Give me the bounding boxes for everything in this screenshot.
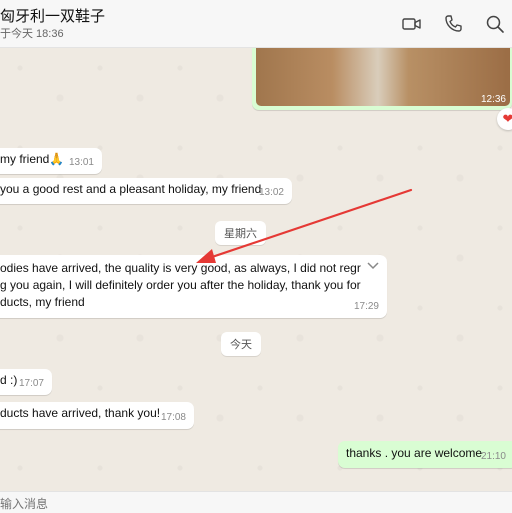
message-composer: [0, 491, 512, 513]
annotation-arrow: [196, 188, 413, 263]
message-input[interactable]: [0, 494, 510, 513]
